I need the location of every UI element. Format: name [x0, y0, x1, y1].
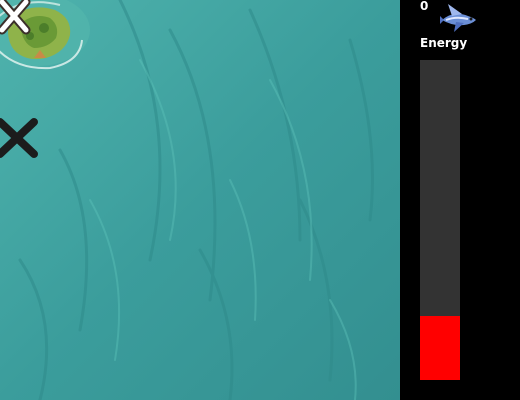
game-screen: 0 Energy: [0, 0, 520, 400]
ocean-playfield[interactable]: [0, 0, 400, 400]
energy-label: Energy: [420, 36, 468, 50]
hud-panel: 0 Energy: [400, 0, 520, 400]
score-counter: 0: [420, 0, 429, 13]
energy-bar-fill: [420, 316, 460, 380]
ocean-canvas: [0, 0, 400, 400]
flying-fish-icon: [440, 4, 476, 32]
energy-bar: [420, 60, 460, 380]
